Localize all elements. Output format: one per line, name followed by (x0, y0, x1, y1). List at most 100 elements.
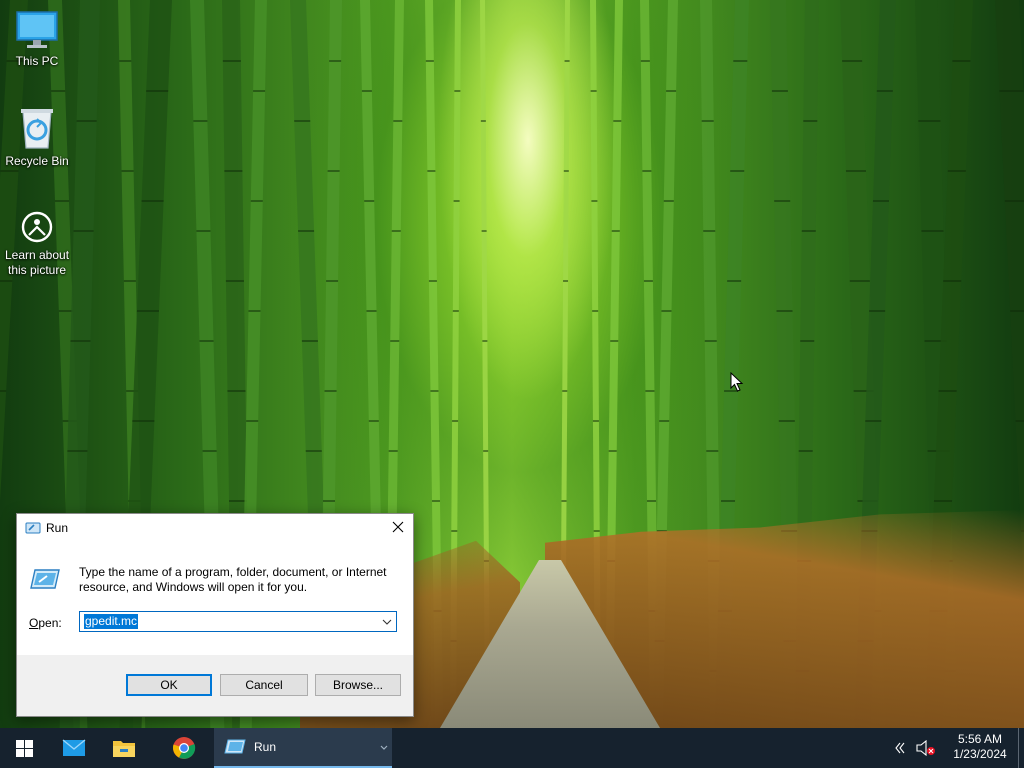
run-dialog: Run Type the name of a program, folder, … (16, 513, 414, 717)
desktop-icon-learn-about-picture[interactable]: Learn about this picture (0, 210, 74, 278)
bamboo-node (613, 120, 622, 122)
monitor-icon (16, 11, 58, 48)
open-combobox[interactable]: gpedit.mc (79, 611, 397, 632)
bamboo-node (248, 310, 261, 312)
bamboo-node (121, 170, 134, 172)
taskbar-run[interactable]: Run (214, 728, 392, 768)
bamboo-node (225, 280, 244, 282)
bamboo-node (610, 340, 619, 342)
bamboo-node (1010, 310, 1024, 312)
bamboo-node (425, 60, 434, 62)
taskbar-chrome[interactable] (160, 728, 208, 768)
bamboo-node (645, 390, 655, 392)
bamboo-node (0, 390, 7, 392)
bamboo-node (803, 120, 818, 122)
bamboo-node (452, 310, 459, 312)
bamboo-node (592, 310, 599, 312)
desktop-icon-this-pc[interactable]: This PC (0, 10, 74, 69)
chevron-down-icon[interactable] (378, 740, 390, 754)
bamboo-node (730, 170, 745, 172)
bamboo-node (727, 280, 742, 282)
bamboo-node (391, 230, 401, 232)
bamboo-node (324, 390, 337, 392)
bamboo-node (480, 120, 486, 122)
bamboo-node (193, 120, 208, 122)
bamboo-node (327, 170, 340, 172)
bamboo-node (921, 230, 944, 232)
run-titlebar[interactable]: Run (17, 514, 413, 542)
bamboo-node (390, 340, 400, 342)
bamboo-node (298, 230, 315, 232)
bamboo-node (132, 420, 155, 422)
taskbar-run-label: Run (254, 740, 277, 754)
bamboo-node (593, 530, 600, 532)
mail-icon (62, 739, 86, 756)
bamboo-node (326, 280, 339, 282)
bamboo-node (294, 120, 311, 122)
ok-button[interactable]: OK (126, 674, 212, 696)
volume-muted-icon (916, 740, 935, 756)
bamboo-node (592, 420, 599, 422)
bamboo-node (388, 450, 398, 452)
bamboo-node (643, 280, 653, 282)
bamboo-node (591, 200, 598, 202)
bamboo-node (999, 90, 1024, 92)
bamboo-node (869, 310, 886, 312)
taskbar-mail[interactable] (50, 728, 98, 768)
bamboo-node (454, 90, 461, 92)
bamboo-node (305, 450, 322, 452)
bamboo-node (70, 340, 91, 342)
desktop-icon-label: This PC (15, 54, 59, 68)
bamboo-node (659, 420, 670, 422)
bamboo-node (876, 90, 893, 92)
bamboo-node (608, 450, 617, 452)
bamboo-node (872, 200, 890, 202)
bamboo-node (123, 280, 136, 282)
browse-button[interactable]: Browse... (315, 674, 401, 696)
clock-date: 1/23/2024 (953, 747, 1007, 761)
desktop-icon-recycle-bin[interactable]: Recycle Bin (0, 106, 74, 169)
bamboo-node (199, 340, 214, 342)
taskbar-file-explorer[interactable] (100, 728, 148, 768)
bamboo-node (845, 170, 867, 172)
bamboo-node (482, 340, 488, 342)
cancel-button[interactable]: Cancel (220, 674, 308, 696)
bamboo-node (428, 280, 437, 282)
bamboo-node (141, 200, 164, 202)
bamboo-node (361, 90, 372, 92)
bamboo-node (563, 280, 569, 282)
start-button[interactable] (0, 728, 48, 768)
run-app-icon (25, 522, 41, 534)
show-hidden-icons-button[interactable] (890, 728, 910, 768)
bamboo-node (865, 420, 882, 422)
taskbar-clock[interactable]: 5:56 AM 1/23/2024 (945, 732, 1015, 762)
close-icon (392, 521, 404, 533)
open-input-value[interactable]: gpedit.mc (84, 614, 139, 629)
bamboo-node (842, 60, 863, 62)
bamboo-node (704, 340, 717, 342)
bamboo-node (54, 200, 70, 202)
bamboo-node (393, 120, 403, 122)
bamboo-node (733, 60, 748, 62)
close-button[interactable] (383, 514, 413, 540)
bamboo-node (453, 200, 460, 202)
volume-button[interactable] (914, 728, 938, 768)
recycle-bin-icon (21, 109, 53, 149)
bamboo-node (561, 500, 567, 502)
show-desktop-button[interactable] (1018, 728, 1024, 768)
bamboo-node (771, 90, 788, 92)
bamboo-node (640, 60, 650, 62)
bamboo-node (642, 170, 652, 172)
bamboo-node (228, 500, 248, 502)
chevron-left-icon (895, 742, 905, 754)
chrome-icon (173, 737, 196, 759)
bamboo-node (250, 200, 263, 202)
bamboo-node (720, 500, 736, 502)
bamboo-node (563, 170, 569, 172)
bamboo-node (943, 280, 962, 282)
open-dropdown-button[interactable] (378, 612, 396, 631)
bamboo-node (706, 450, 719, 452)
bamboo-node (431, 500, 441, 502)
bamboo-node (329, 60, 342, 62)
bamboo-node (119, 60, 132, 62)
